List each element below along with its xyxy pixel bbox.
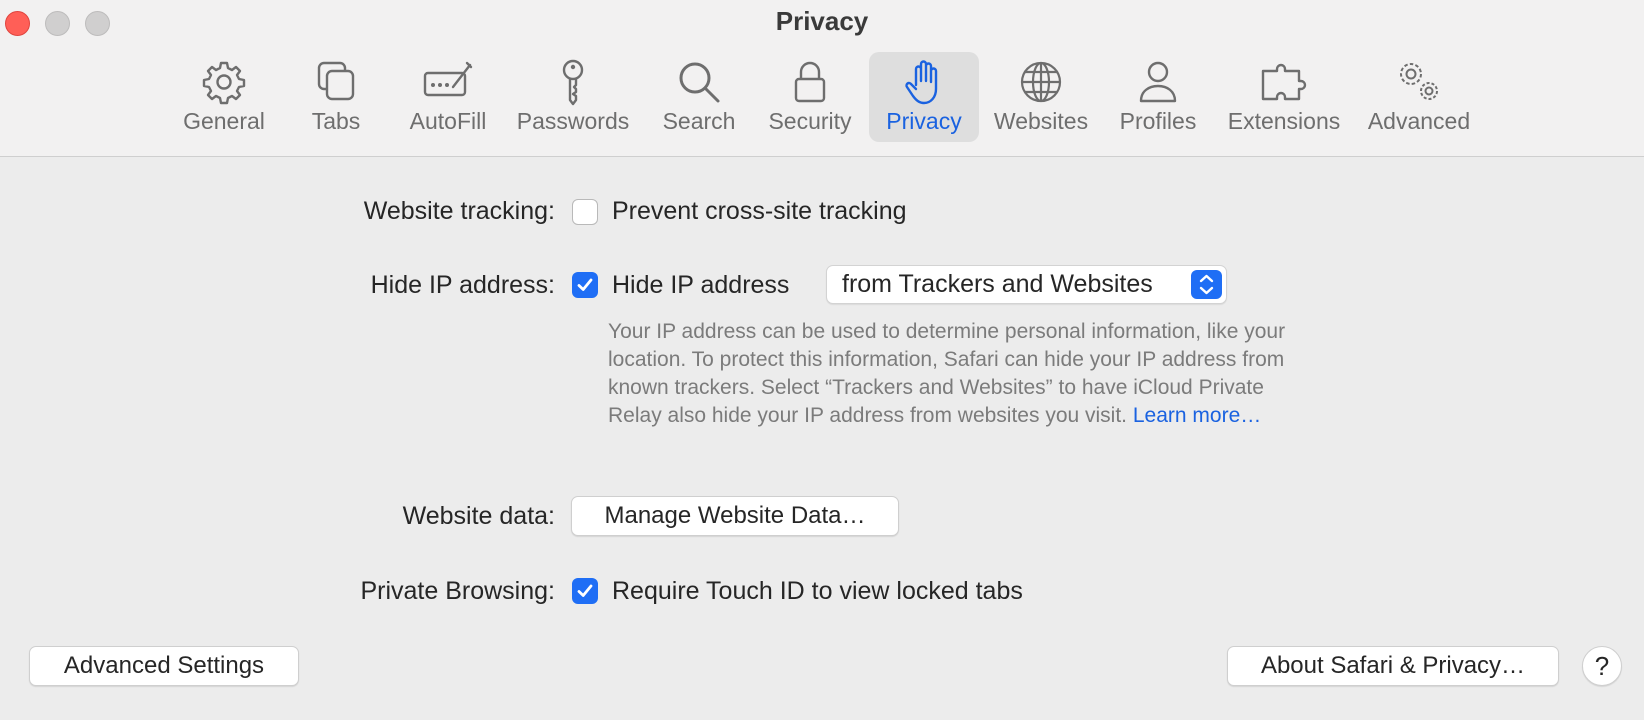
tab-advanced[interactable]: Advanced	[1364, 52, 1474, 142]
help-button[interactable]: ?	[1582, 646, 1622, 686]
hide-ip-address-popup-value: from Trackers and Websites	[842, 270, 1153, 298]
window-title: Privacy	[775, 6, 869, 36]
tab-autofill[interactable]: AutoFill	[400, 52, 496, 142]
tab-search-label: Search	[662, 108, 736, 134]
tabs-icon	[311, 57, 361, 107]
hide-ip-address-checkbox[interactable]	[572, 272, 598, 298]
hide-ip-address-row-label: Hide IP address:	[370, 271, 555, 299]
chevron-up-down-icon	[1191, 270, 1222, 299]
tab-profiles[interactable]: Profiles	[1112, 52, 1204, 142]
tab-general-label: General	[183, 108, 265, 134]
toolbar: Privacy General Tabs AutoFill Passwords …	[0, 0, 1644, 157]
prevent-cross-site-tracking-label[interactable]: Prevent cross-site tracking	[612, 197, 907, 226]
autofill-icon	[423, 57, 473, 107]
search-icon	[674, 57, 724, 107]
tab-passwords[interactable]: Passwords	[512, 52, 634, 142]
about-safari-privacy-button[interactable]: About Safari & Privacy…	[1227, 646, 1559, 686]
website-data-label: Website data:	[402, 502, 555, 530]
gear-icon	[199, 57, 249, 107]
hide-ip-address-description: Your IP address can be used to determine…	[608, 318, 1308, 430]
advanced-settings-button[interactable]: Advanced Settings	[29, 646, 299, 686]
tab-autofill-label: AutoFill	[409, 108, 487, 134]
tab-extensions-label: Extensions	[1227, 108, 1341, 134]
checkmark-icon	[577, 278, 593, 291]
website-tracking-label: Website tracking:	[363, 197, 555, 225]
tab-search[interactable]: Search	[656, 52, 742, 142]
tab-advanced-label: Advanced	[1367, 108, 1471, 134]
manage-website-data-button[interactable]: Manage Website Data…	[571, 496, 899, 536]
hide-ip-address-option-label[interactable]: Hide IP address	[612, 271, 789, 300]
puzzle-icon	[1259, 57, 1309, 107]
lock-icon	[785, 57, 835, 107]
settings-window: Privacy General Tabs AutoFill Passwords …	[0, 0, 1644, 720]
globe-icon	[1016, 57, 1066, 107]
tab-extensions[interactable]: Extensions	[1224, 52, 1344, 142]
hand-icon	[899, 57, 949, 107]
tab-security-label: Security	[768, 108, 852, 134]
private-browsing-label: Private Browsing:	[360, 577, 555, 605]
person-icon	[1133, 57, 1183, 107]
tab-privacy[interactable]: Privacy	[869, 52, 979, 142]
key-icon	[548, 57, 598, 107]
learn-more-link[interactable]: Learn more…	[1133, 404, 1261, 427]
checkmark-icon	[577, 584, 593, 597]
tab-websites[interactable]: Websites	[990, 52, 1092, 142]
tab-privacy-label: Privacy	[886, 108, 962, 134]
hide-ip-address-popup[interactable]: from Trackers and Websites	[826, 265, 1227, 304]
require-touch-id-checkbox[interactable]	[572, 578, 598, 604]
tab-passwords-label: Passwords	[516, 108, 630, 134]
tab-security[interactable]: Security	[762, 52, 858, 142]
prevent-cross-site-tracking-checkbox[interactable]	[572, 199, 598, 225]
require-touch-id-label[interactable]: Require Touch ID to view locked tabs	[612, 577, 1023, 606]
tab-profiles-label: Profiles	[1119, 108, 1197, 134]
tab-websites-label: Websites	[993, 108, 1089, 134]
tab-tabs[interactable]: Tabs	[294, 52, 378, 142]
gears-icon	[1394, 57, 1444, 107]
tab-general[interactable]: General	[172, 52, 276, 142]
tab-tabs-label: Tabs	[311, 108, 361, 134]
